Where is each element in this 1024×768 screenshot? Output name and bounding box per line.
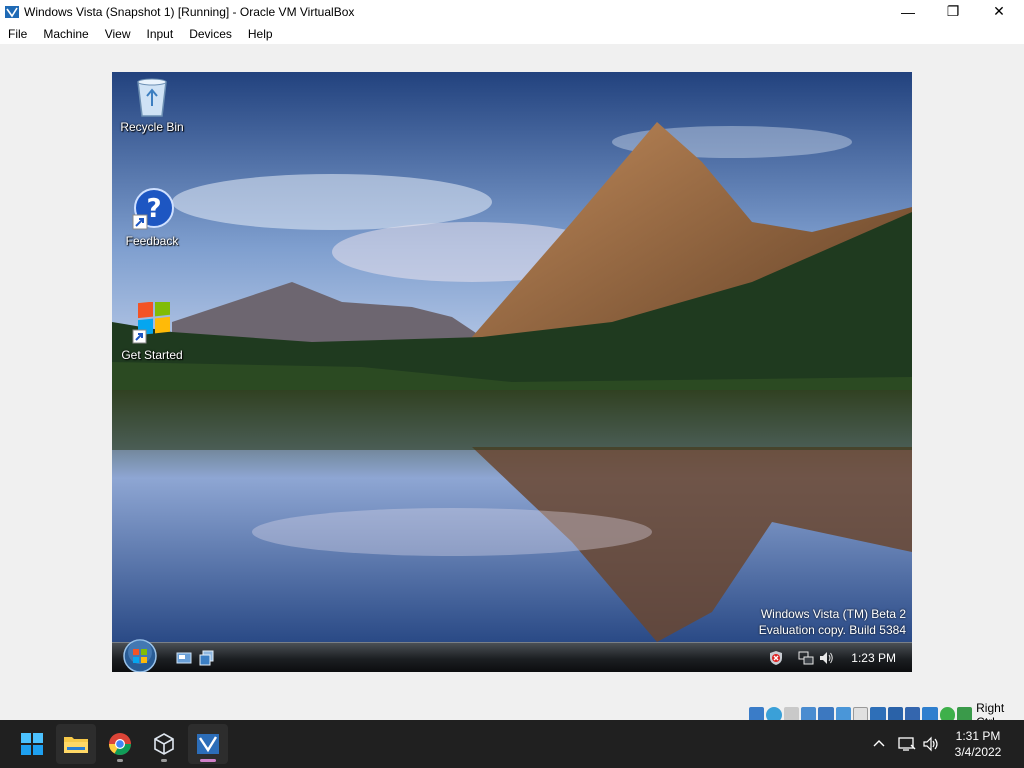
menu-machine[interactable]: Machine bbox=[43, 27, 88, 41]
start-button[interactable] bbox=[120, 639, 160, 672]
volume-icon bbox=[923, 736, 938, 752]
running-indicator bbox=[161, 759, 167, 762]
window-title: Windows Vista (Snapshot 1) [Running] - O… bbox=[24, 4, 355, 19]
desktop-icon-label: Get Started bbox=[121, 348, 183, 362]
desktop-icon-label: Recycle Bin bbox=[120, 120, 184, 134]
close-button[interactable]: ✕ bbox=[976, 0, 1022, 23]
virtualbox-vm-icon bbox=[4, 4, 20, 20]
desktop-icon-label: Feedback bbox=[125, 234, 179, 248]
host-app-chrome[interactable] bbox=[100, 724, 140, 764]
desktop-icon-recycle-bin[interactable]: Recycle Bin bbox=[112, 74, 192, 134]
guest-clock[interactable]: 1:23 PM bbox=[851, 651, 896, 665]
windows-logo-icon bbox=[130, 302, 174, 346]
host-app-vista-vm[interactable] bbox=[188, 724, 228, 764]
build-watermark: Windows Vista (TM) Beta 2 Evaluation cop… bbox=[759, 606, 906, 638]
host-app-virtualbox[interactable] bbox=[144, 724, 184, 764]
volume-icon[interactable] bbox=[817, 649, 835, 667]
host-clock-time: 1:31 PM bbox=[955, 729, 1001, 743]
host-taskbar: 1:31 PM 3/4/2022 bbox=[0, 720, 1024, 768]
menu-view[interactable]: View bbox=[105, 27, 131, 41]
window-titlebar: Windows Vista (Snapshot 1) [Running] - O… bbox=[0, 0, 1024, 23]
vbox-status-bar: Right Ctrl bbox=[0, 699, 1024, 729]
network-icon[interactable] bbox=[797, 649, 815, 667]
menu-devices[interactable]: Devices bbox=[189, 27, 232, 41]
guest-system-tray: 1:23 PM bbox=[767, 643, 912, 672]
switch-windows-icon[interactable] bbox=[198, 649, 216, 667]
desktop-icon-feedback[interactable]: ? Feedback bbox=[112, 188, 192, 248]
show-desktop-icon[interactable] bbox=[175, 649, 193, 667]
host-network-button[interactable] bbox=[896, 720, 918, 768]
watermark-line-2: Evaluation copy. Build 5384 bbox=[758, 623, 906, 637]
watermark-line-1: Windows Vista (TM) Beta 2 bbox=[760, 607, 906, 621]
virtualbox-manager-icon bbox=[154, 733, 174, 755]
vista-vm-icon bbox=[197, 734, 219, 754]
show-hidden-icons-button[interactable] bbox=[868, 720, 890, 768]
active-indicator bbox=[200, 759, 216, 762]
desktop-icon-get-started[interactable]: Get Started bbox=[112, 302, 192, 362]
menu-file[interactable]: File bbox=[8, 27, 27, 41]
svg-text:?: ? bbox=[146, 194, 161, 224]
network-icon bbox=[898, 737, 916, 751]
file-explorer-icon bbox=[64, 737, 88, 753]
menu-input[interactable]: Input bbox=[147, 27, 174, 41]
security-alert-icon[interactable] bbox=[767, 649, 785, 667]
feedback-help-icon: ? bbox=[130, 188, 174, 232]
host-app-file-explorer[interactable] bbox=[56, 724, 96, 764]
guest-taskbar: 1:23 PM bbox=[112, 639, 912, 672]
minimize-button[interactable]: — bbox=[885, 0, 931, 23]
guest-screen[interactable]: Recycle Bin ? Feedback Get Started Windo… bbox=[112, 72, 912, 672]
host-clock-date: 3/4/2022 bbox=[954, 745, 1002, 759]
menu-bar: File Machine View Input Devices Help bbox=[0, 23, 1024, 44]
recycle-bin-icon bbox=[130, 74, 174, 118]
restore-button[interactable]: ❐ bbox=[930, 0, 976, 23]
menu-help[interactable]: Help bbox=[248, 27, 273, 41]
desktop-wallpaper bbox=[112, 72, 912, 642]
chevron-up-icon bbox=[873, 740, 885, 747]
host-clock[interactable]: 1:31 PM 3/4/2022 bbox=[948, 728, 1008, 760]
chrome-icon bbox=[109, 733, 131, 755]
running-indicator bbox=[117, 759, 123, 762]
host-start-button[interactable] bbox=[12, 724, 52, 764]
start-icon bbox=[21, 733, 43, 755]
host-volume-button[interactable] bbox=[920, 720, 942, 768]
